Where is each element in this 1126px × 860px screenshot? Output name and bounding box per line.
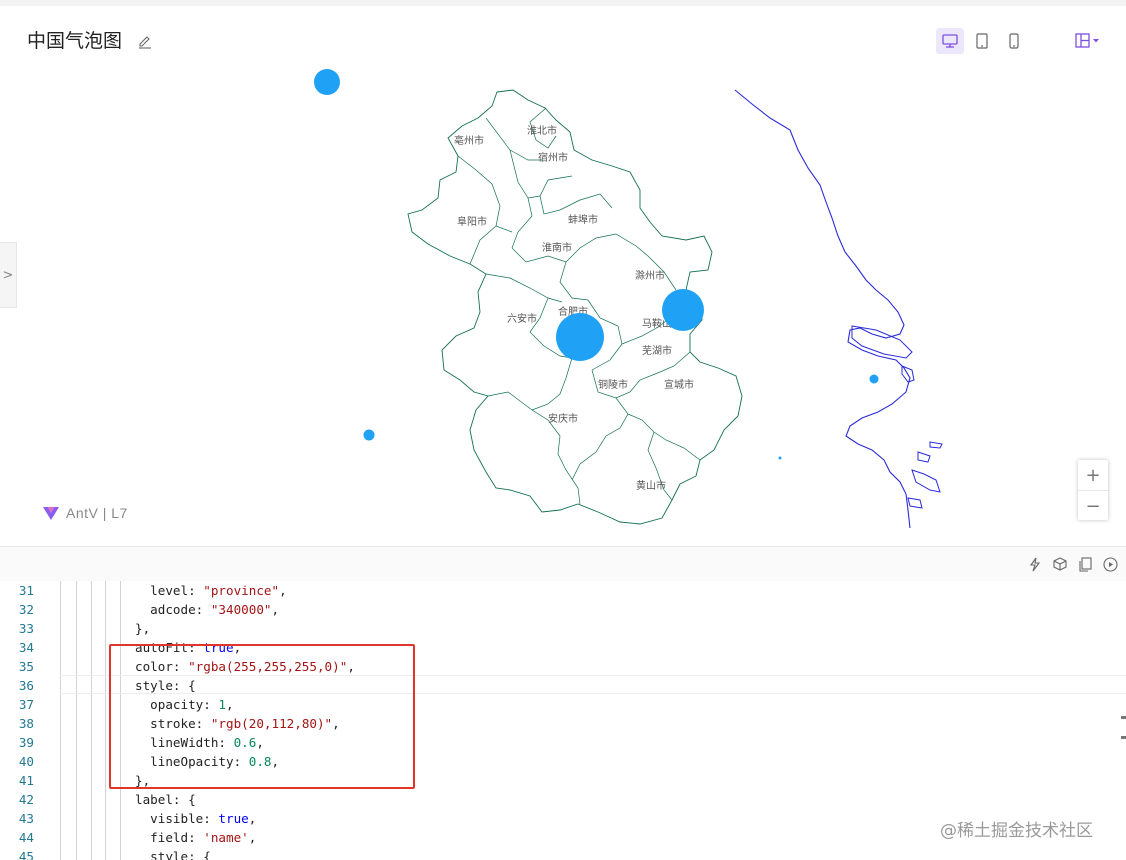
layout-dropdown[interactable] (1070, 28, 1106, 54)
city-label: 蚌埠市 (568, 213, 598, 226)
bubble[interactable] (778, 456, 782, 460)
city-label: 亳州市 (454, 134, 484, 147)
city-label: 宿州市 (538, 151, 568, 164)
city-label: 淮南市 (542, 241, 572, 254)
line-number: 31 (18, 583, 34, 598)
city-label: 阜阳市 (457, 215, 487, 228)
city-label: 六安市 (507, 312, 537, 325)
line-number: 32 (18, 602, 34, 617)
desktop-view-button[interactable] (936, 28, 964, 54)
chevron-right-icon: > (2, 267, 14, 283)
code-text: level: "province", (135, 583, 287, 598)
lightning-icon[interactable] (1027, 556, 1043, 572)
device-switcher (936, 28, 1028, 54)
coast-island (851, 325, 913, 359)
zoom-in-button[interactable]: + (1078, 460, 1108, 491)
line-number: 44 (18, 830, 34, 845)
highlight-annotation (109, 644, 415, 789)
tablet-icon (976, 33, 988, 49)
line-number: 41 (18, 773, 34, 788)
line-number: 43 (18, 811, 34, 826)
city-label: 黄山市 (636, 479, 666, 492)
line-number: 33 (18, 621, 34, 636)
line-number: 34 (18, 640, 34, 655)
header: 中国气泡图 (0, 6, 1126, 66)
cube-icon[interactable] (1052, 556, 1068, 572)
play-icon[interactable] (1102, 556, 1118, 572)
bubble[interactable] (869, 374, 879, 384)
city-label: 宣城市 (664, 378, 694, 391)
bubble[interactable] (314, 69, 340, 95)
coast-island (911, 469, 941, 493)
code-text: adcode: "340000", (135, 602, 280, 617)
code-text: field: 'name', (135, 830, 257, 845)
tablet-view-button[interactable] (968, 28, 996, 54)
code-line: 33}, (0, 619, 1126, 638)
mobile-icon (1009, 33, 1019, 49)
line-number: 39 (18, 735, 34, 750)
zoom-out-button[interactable]: − (1078, 491, 1108, 521)
mobile-view-button[interactable] (1000, 28, 1028, 54)
line-number: 37 (18, 697, 34, 712)
map-canvas[interactable]: 亳州市 淮北市 宿州市 阜阳市 蚌埠市 淮南市 滁州市 六安市 合肥市 马鞍山市… (0, 66, 1126, 546)
line-number: 38 (18, 716, 34, 731)
city-label: 铜陵市 (598, 378, 628, 391)
line-number: 45 (18, 849, 34, 860)
sidebar-toggle[interactable]: > (0, 242, 17, 308)
city-label: 淮北市 (527, 124, 557, 137)
logo-text: AntV | L7 (66, 505, 128, 521)
edit-icon[interactable] (137, 33, 153, 49)
line-number: 42 (18, 792, 34, 807)
code-line: 31 level: "province", (0, 581, 1126, 600)
code-text: label: { (135, 792, 196, 807)
city-label: 芜湖市 (642, 344, 672, 357)
editor-toolbar (0, 546, 1126, 582)
coast-island (907, 497, 923, 509)
zoom-control: + − (1078, 460, 1108, 520)
page-title: 中国气泡图 (27, 30, 123, 52)
line-number: 35 (18, 659, 34, 674)
city-label: 安庆市 (548, 412, 578, 425)
antv-logo-icon (43, 507, 59, 520)
layout-icon (1075, 33, 1099, 48)
city-labels: 亳州市 淮北市 宿州市 阜阳市 蚌埠市 淮南市 滁州市 六安市 合肥市 马鞍山市… (454, 124, 694, 492)
city-label: 滁州市 (635, 269, 665, 282)
desktop-icon (942, 34, 958, 48)
copy-icon[interactable] (1077, 556, 1093, 572)
watermark: @稀土掘金技术社区 (940, 821, 1093, 841)
line-number: 40 (18, 754, 34, 769)
bubble[interactable] (662, 289, 704, 331)
map-svg: 亳州市 淮北市 宿州市 阜阳市 蚌埠市 淮南市 滁州市 六安市 合肥市 马鞍山市… (314, 69, 943, 529)
coast-island (917, 451, 931, 463)
coast-island (929, 441, 943, 449)
code-line: 45 style: { (0, 847, 1126, 860)
code-line: 42 label: { (0, 790, 1126, 809)
code-line: 32 adcode: "340000", (0, 600, 1126, 619)
code-text: }, (135, 621, 151, 636)
code-text: visible: true, (135, 811, 257, 826)
bubble-hefei[interactable] (556, 313, 604, 361)
code-text: style: { (135, 849, 211, 860)
coastline (734, 89, 911, 529)
antv-logo: AntV | L7 (42, 505, 128, 521)
line-number: 36 (18, 678, 34, 693)
bubble[interactable] (363, 429, 375, 441)
